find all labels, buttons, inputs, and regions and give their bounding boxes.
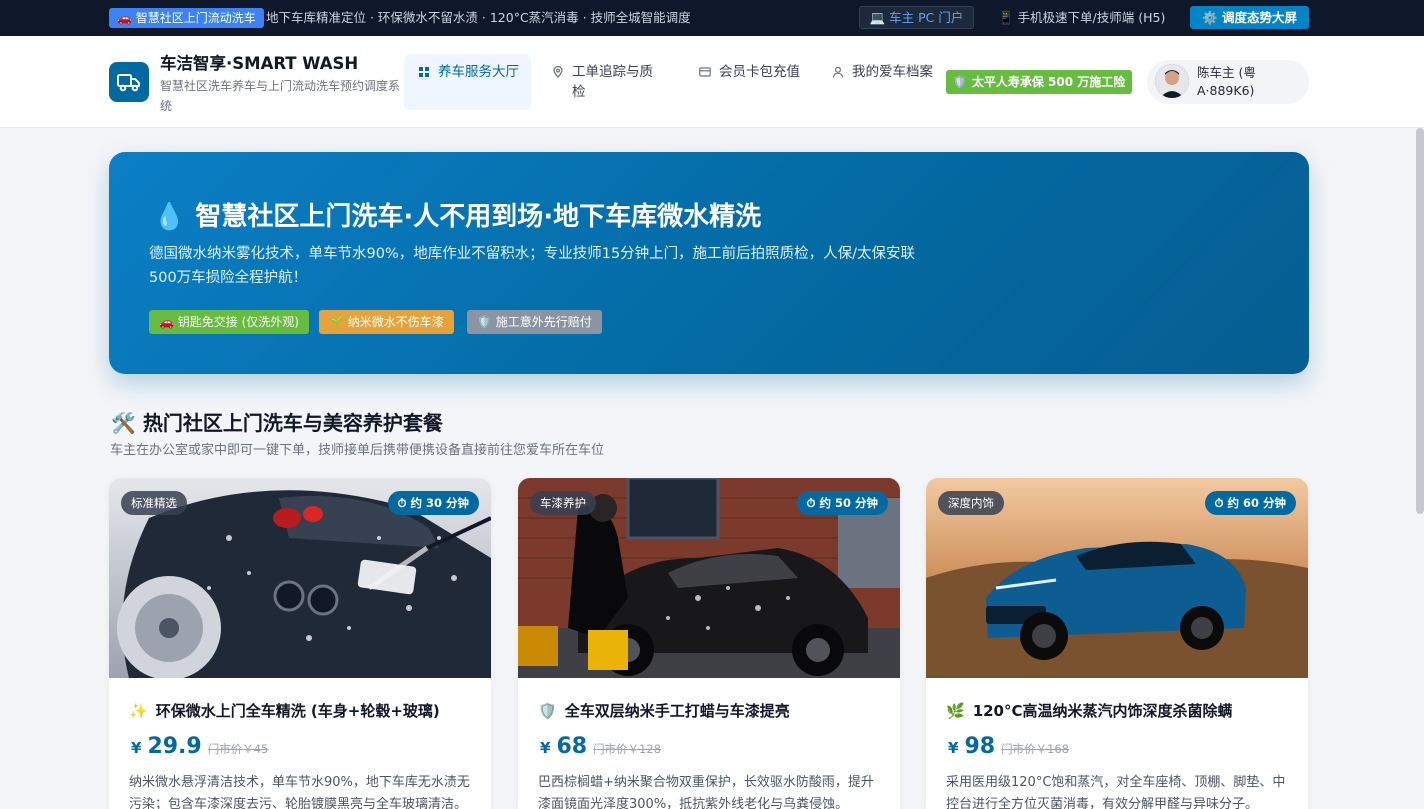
insurance-badge: 🛡️ 太平人寿承保 500 万施工险 bbox=[946, 70, 1132, 94]
nav-label: 养车服务大厅 bbox=[438, 64, 519, 80]
hero-tag-insurance: 🛡️ 施工意外先行赔付 bbox=[467, 310, 602, 334]
package-description: 纳米微水悬浮清洁技术，单车节水90%，地下车库无水渍无污染；包含车漆深度去污、轮… bbox=[129, 775, 470, 809]
avatar bbox=[1155, 64, 1189, 98]
nav-membership-card[interactable]: 会员卡包充值 bbox=[685, 54, 809, 110]
brand-title: 车洁智享·SMART WASH bbox=[160, 54, 359, 73]
top-ticker-bar: 🚗 智慧社区上门流动洗车 地下车库精准定位 · 环保微水不留水渍 · 120°C… bbox=[0, 0, 1424, 36]
package-category-badge: 车漆养护 bbox=[530, 491, 596, 515]
user-name: 陈车主 (粤A·889K6) bbox=[1197, 65, 1256, 98]
ticker-badge: 🚗 智慧社区上门流动洗车 bbox=[109, 8, 264, 28]
original-price: 门市价￥128 bbox=[593, 742, 662, 756]
location-pin-icon bbox=[553, 66, 563, 78]
package-category-badge: 标准精选 bbox=[121, 491, 187, 515]
package-duration-badge: ⏱ 约 60 分钟 bbox=[1204, 491, 1296, 515]
owner-pc-portal-button[interactable]: 💻 车主 PC 门户 bbox=[859, 6, 974, 29]
water-drop-icon: 💧 bbox=[153, 202, 186, 232]
credit-card-icon bbox=[699, 67, 711, 77]
nav-car-profile[interactable]: 我的爱车档案 bbox=[818, 54, 936, 110]
package-duration-badge: ⏱ 约 30 分钟 bbox=[387, 491, 479, 515]
hero-description: 德国微水纳米雾化技术，单车节水90%，地库作业不留积水；专业技师15分钟上门，施… bbox=[149, 246, 916, 286]
truck-icon bbox=[117, 74, 140, 92]
shield-icon: 🛡️ bbox=[538, 702, 557, 720]
original-price: 门市价￥168 bbox=[1001, 742, 1070, 756]
package-card[interactable]: 车漆养护 ⏱ 约 50 分钟 🛡️ 全车双层纳米手工打蜡与车漆提亮 ¥68 门市价￥… bbox=[518, 478, 900, 809]
hero-title: 💧 智慧社区上门洗车·人不用到场·地下车库微水精洗 bbox=[153, 202, 762, 232]
hero-tag-nano-water: 🌱 纳米微水不伤车漆 bbox=[319, 310, 454, 334]
user-profile-menu[interactable]: 陈车主 (粤A·889K6) bbox=[1147, 60, 1309, 104]
hero-banner: 💧 智慧社区上门洗车·人不用到场·地下车库微水精洗 德国微水纳米雾化技术，单车节水… bbox=[109, 152, 1309, 374]
package-card[interactable]: 深度内饰 ⏱ 约 60 分钟 🌿 120°C高温纳米蒸汽内饰深度杀菌除螨 ¥98 门… bbox=[926, 478, 1308, 809]
page-scrollbar[interactable] bbox=[1416, 128, 1424, 514]
original-price: 门市价￥45 bbox=[207, 742, 269, 756]
package-price: ¥68 门市价￥128 bbox=[540, 734, 662, 759]
package-name: 🌿 120°C高温纳米蒸汽内饰深度杀菌除螨 bbox=[946, 702, 1233, 720]
ticker-text: 地下车库精准定位 · 环保微水不留水渍 · 120°C蒸汽消毒 · 技师全城智能… bbox=[266, 10, 691, 25]
tools-icon: 🛠️ bbox=[111, 411, 136, 435]
package-category-badge: 深度内饰 bbox=[938, 491, 1004, 515]
user-icon bbox=[832, 66, 844, 78]
hero-tag-key-free: 🚗 钥匙免交接 (仅洗外观) bbox=[149, 310, 309, 334]
package-description: 巴西棕榈蜡+纳米聚合物双重保护，长效驱水防酸雨，提升漆面镜面光泽度300%，抵抗… bbox=[538, 775, 874, 809]
nav-order-tracking[interactable]: 工单追踪与质检 bbox=[538, 54, 666, 110]
mobile-h5-link[interactable]: 📱 手机极速下单/技师端 (H5) bbox=[998, 8, 1165, 28]
section-title: 🛠️ 热门社区上门洗车与美容养护套餐 bbox=[111, 411, 443, 435]
nav-label: 工单追踪与质检 bbox=[572, 64, 653, 100]
nav-label: 我的爱车档案 bbox=[852, 64, 933, 80]
package-name: ✨ 环保微水上门全车精洗 (车身+轮毂+玻璃) bbox=[129, 702, 440, 720]
package-price: ¥98 门市价￥168 bbox=[948, 734, 1070, 759]
brand-subtitle: 智慧社区洗车养车与上门流动洗车预约调度系统 bbox=[160, 79, 401, 113]
package-name: 🛡️ 全车双层纳米手工打蜡与车漆提亮 bbox=[538, 702, 790, 720]
grid-icon bbox=[419, 67, 429, 77]
section-subtitle: 车主在办公室或家中即可一键下单，技师接单后携带便携设备直接前往您爱车所在车位 bbox=[110, 443, 605, 458]
main-header: 车洁智享·SMART WASH 智慧社区洗车养车与上门流动洗车预约调度系统 养车… bbox=[0, 36, 1424, 128]
logo[interactable] bbox=[109, 62, 149, 102]
dispatch-dashboard-button[interactable]: ⚙️ 调度态势大屏 bbox=[1190, 6, 1309, 29]
nav-label: 会员卡包充值 bbox=[719, 64, 800, 80]
package-price: ¥29.9 门市价￥45 bbox=[131, 734, 269, 759]
sparkle-icon: ✨ bbox=[129, 702, 148, 720]
leaf-icon: 🌿 bbox=[946, 702, 965, 720]
nav-service-hall[interactable]: 养车服务大厅 bbox=[404, 54, 531, 110]
package-card[interactable]: 标准精选 ⏱ 约 30 分钟 ✨ 环保微水上门全车精洗 (车身+轮毂+玻璃) ¥2… bbox=[109, 478, 491, 809]
package-duration-badge: ⏱ 约 50 分钟 bbox=[796, 491, 888, 515]
package-description: 采用医用级120°C饱和蒸汽，对全车座椅、顶棚、脚垫、中控台进行全方位灭菌消毒，… bbox=[946, 775, 1286, 809]
